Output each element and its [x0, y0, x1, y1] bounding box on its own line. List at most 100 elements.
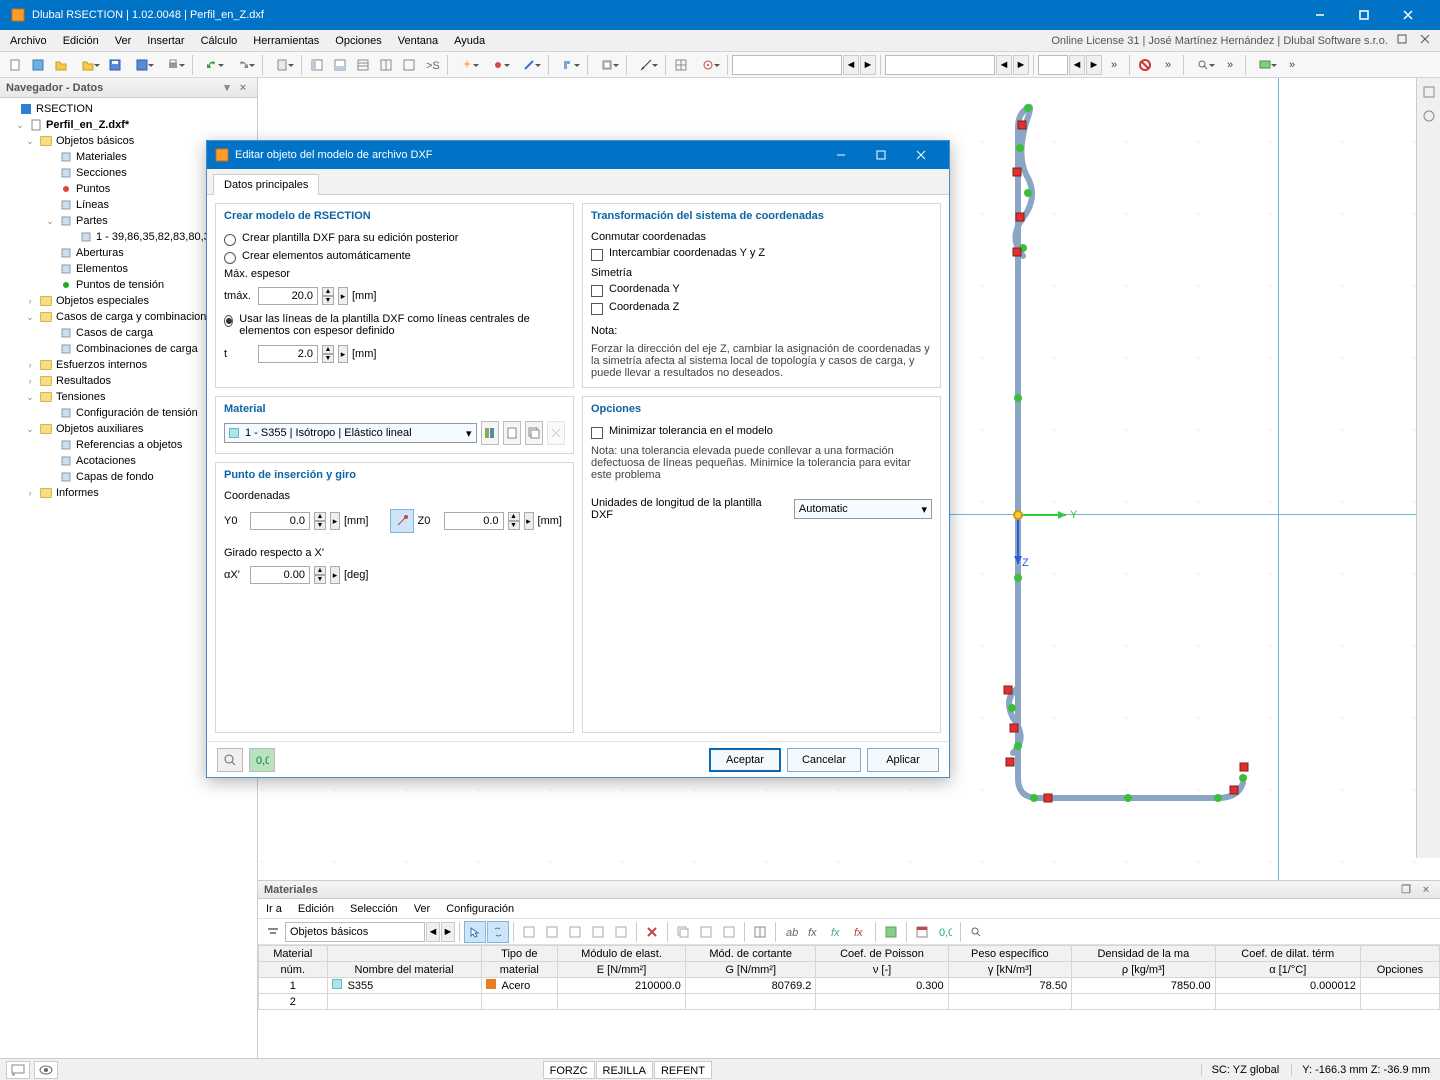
sc-next-icon[interactable]: ► — [1086, 55, 1102, 75]
small-combo[interactable] — [1038, 55, 1068, 75]
mdi-restore-icon[interactable] — [1393, 30, 1411, 48]
bp-close-icon[interactable]: × — [1418, 882, 1434, 898]
point-tool-icon[interactable] — [483, 54, 513, 76]
bp-font-icon[interactable]: ab — [780, 921, 802, 943]
sc-prev-icon[interactable]: ◄ — [1069, 55, 1085, 75]
menu-ventana[interactable]: Ventana — [390, 30, 446, 51]
bp-fx-icon[interactable]: fx — [803, 921, 825, 943]
ax-up-icon[interactable]: ▲ — [314, 566, 326, 575]
units-dialog-icon[interactable]: 0,00 — [249, 748, 275, 772]
res-prev-icon[interactable]: ◄ — [996, 55, 1012, 75]
z0-slider-icon[interactable]: ▸ — [524, 512, 534, 530]
minimize-button[interactable] — [1298, 0, 1342, 30]
panel5-icon[interactable] — [398, 54, 420, 76]
pick-point-icon[interactable] — [390, 509, 414, 533]
bp-sync-icon[interactable] — [487, 921, 509, 943]
y0-input[interactable] — [250, 512, 310, 530]
menu-edición[interactable]: Edición — [55, 30, 107, 51]
menu-opciones[interactable]: Opciones — [327, 30, 389, 51]
z0-down-icon[interactable]: ▼ — [508, 521, 520, 530]
bp-menu-ver[interactable]: Ver — [406, 899, 439, 918]
menu-herramientas[interactable]: Herramientas — [245, 30, 327, 51]
settings-icon[interactable] — [27, 54, 49, 76]
bp-filter-icon[interactable] — [262, 921, 284, 943]
radio-auto-elements[interactable]: Crear elementos automáticamente — [224, 250, 565, 264]
bp-fx3-icon[interactable]: fx — [849, 921, 871, 943]
lc-prev-icon[interactable]: ◄ — [843, 55, 859, 75]
ok-button[interactable]: Aceptar — [709, 748, 781, 772]
side-tool-2-icon[interactable] — [1419, 106, 1439, 126]
bp-units-icon[interactable]: 0,00 — [934, 921, 956, 943]
y0-down-icon[interactable]: ▼ — [314, 521, 326, 530]
bp-cat-next-icon[interactable]: ► — [441, 922, 455, 942]
menu-insertar[interactable]: Insertar — [139, 30, 192, 51]
bp-t7-icon[interactable] — [718, 921, 740, 943]
z0-up-icon[interactable]: ▲ — [508, 512, 520, 521]
tmax-down-icon[interactable]: ▼ — [322, 296, 334, 305]
more2-icon[interactable]: » — [1219, 54, 1241, 76]
status-toggle-refent[interactable]: REFENT — [654, 1061, 712, 1079]
mdi-close-icon[interactable] — [1416, 30, 1434, 48]
line-tool-icon[interactable] — [514, 54, 544, 76]
overflow-icon[interactable]: » — [1103, 54, 1125, 76]
spark-icon[interactable] — [452, 54, 482, 76]
materials-grid[interactable]: MaterialTipo deMódulo de elast.Mód. de c… — [258, 945, 1440, 1058]
y0-up-icon[interactable]: ▲ — [314, 512, 326, 521]
t-slider-icon[interactable]: ▸ — [338, 345, 348, 363]
display-icon[interactable] — [1250, 54, 1280, 76]
material-combo[interactable]: 1 - S355 | Isótropo | Elástico lineal ▾ — [224, 423, 477, 443]
cancel-button[interactable]: Cancelar — [787, 748, 861, 772]
mat-copy-icon[interactable] — [525, 421, 543, 445]
dialog-minimize-icon[interactable] — [821, 141, 861, 169]
save-as-icon[interactable] — [127, 54, 157, 76]
open-recent-icon[interactable] — [73, 54, 103, 76]
nav-close-icon[interactable]: × — [235, 80, 251, 96]
bp-cal-icon[interactable] — [911, 921, 933, 943]
mat-lib-icon[interactable] — [481, 421, 499, 445]
bp-t1-icon[interactable] — [518, 921, 540, 943]
zoom-tool-icon[interactable] — [1188, 54, 1218, 76]
bp-t2-icon[interactable] — [541, 921, 563, 943]
side-tool-1-icon[interactable] — [1419, 82, 1439, 102]
check-swap-yz[interactable]: Intercambiar coordenadas Y y Z — [591, 247, 932, 261]
tmax-input[interactable] — [258, 287, 318, 305]
bp-select-icon[interactable] — [464, 921, 486, 943]
z0-input[interactable] — [444, 512, 504, 530]
measure-tool-icon[interactable] — [631, 54, 661, 76]
menu-archivo[interactable]: Archivo — [2, 30, 55, 51]
y0-slider-icon[interactable]: ▸ — [330, 512, 340, 530]
section-tool-icon[interactable] — [553, 54, 583, 76]
t-down-icon[interactable]: ▼ — [322, 354, 334, 363]
calc-icon[interactable] — [267, 54, 297, 76]
lc-next-icon[interactable]: ► — [860, 55, 876, 75]
status-eye-icon[interactable] — [34, 1061, 58, 1079]
bp-menu-selección[interactable]: Selección — [342, 899, 406, 918]
t-input[interactable] — [258, 345, 318, 363]
bp-copy-icon[interactable] — [672, 921, 694, 943]
panel2-icon[interactable] — [329, 54, 351, 76]
help-icon[interactable] — [217, 748, 243, 772]
table-row[interactable]: 2 — [259, 994, 1440, 1010]
close-button[interactable] — [1386, 0, 1430, 30]
menu-cálculo[interactable]: Cálculo — [193, 30, 246, 51]
bp-t3-icon[interactable] — [564, 921, 586, 943]
bp-search-icon[interactable] — [965, 921, 987, 943]
status-msg-icon[interactable] — [6, 1061, 30, 1079]
bp-delete-icon[interactable] — [641, 921, 663, 943]
opening-tool-icon[interactable] — [592, 54, 622, 76]
menu-ayuda[interactable]: Ayuda — [446, 30, 493, 51]
tab-main-data[interactable]: Datos principales — [213, 174, 319, 195]
apply-button[interactable]: Aplicar — [867, 748, 939, 772]
redo-icon[interactable] — [228, 54, 258, 76]
bp-menu-ir-a[interactable]: Ir a — [258, 899, 290, 918]
radio-centerlines[interactable]: Usar las líneas de la plantilla DXF como… — [224, 313, 565, 337]
dialog-maximize-icon[interactable] — [861, 141, 901, 169]
tree-node[interactable]: RSECTION — [0, 101, 257, 117]
check-sym-z[interactable]: Coordenada Z — [591, 301, 932, 315]
ax-input[interactable] — [250, 566, 310, 584]
bp-t4-icon[interactable] — [587, 921, 609, 943]
open-icon[interactable] — [50, 54, 72, 76]
loadcase-combo[interactable] — [732, 55, 842, 75]
bp-restore-icon[interactable]: ❐ — [1398, 882, 1414, 898]
bp-t6-icon[interactable] — [695, 921, 717, 943]
